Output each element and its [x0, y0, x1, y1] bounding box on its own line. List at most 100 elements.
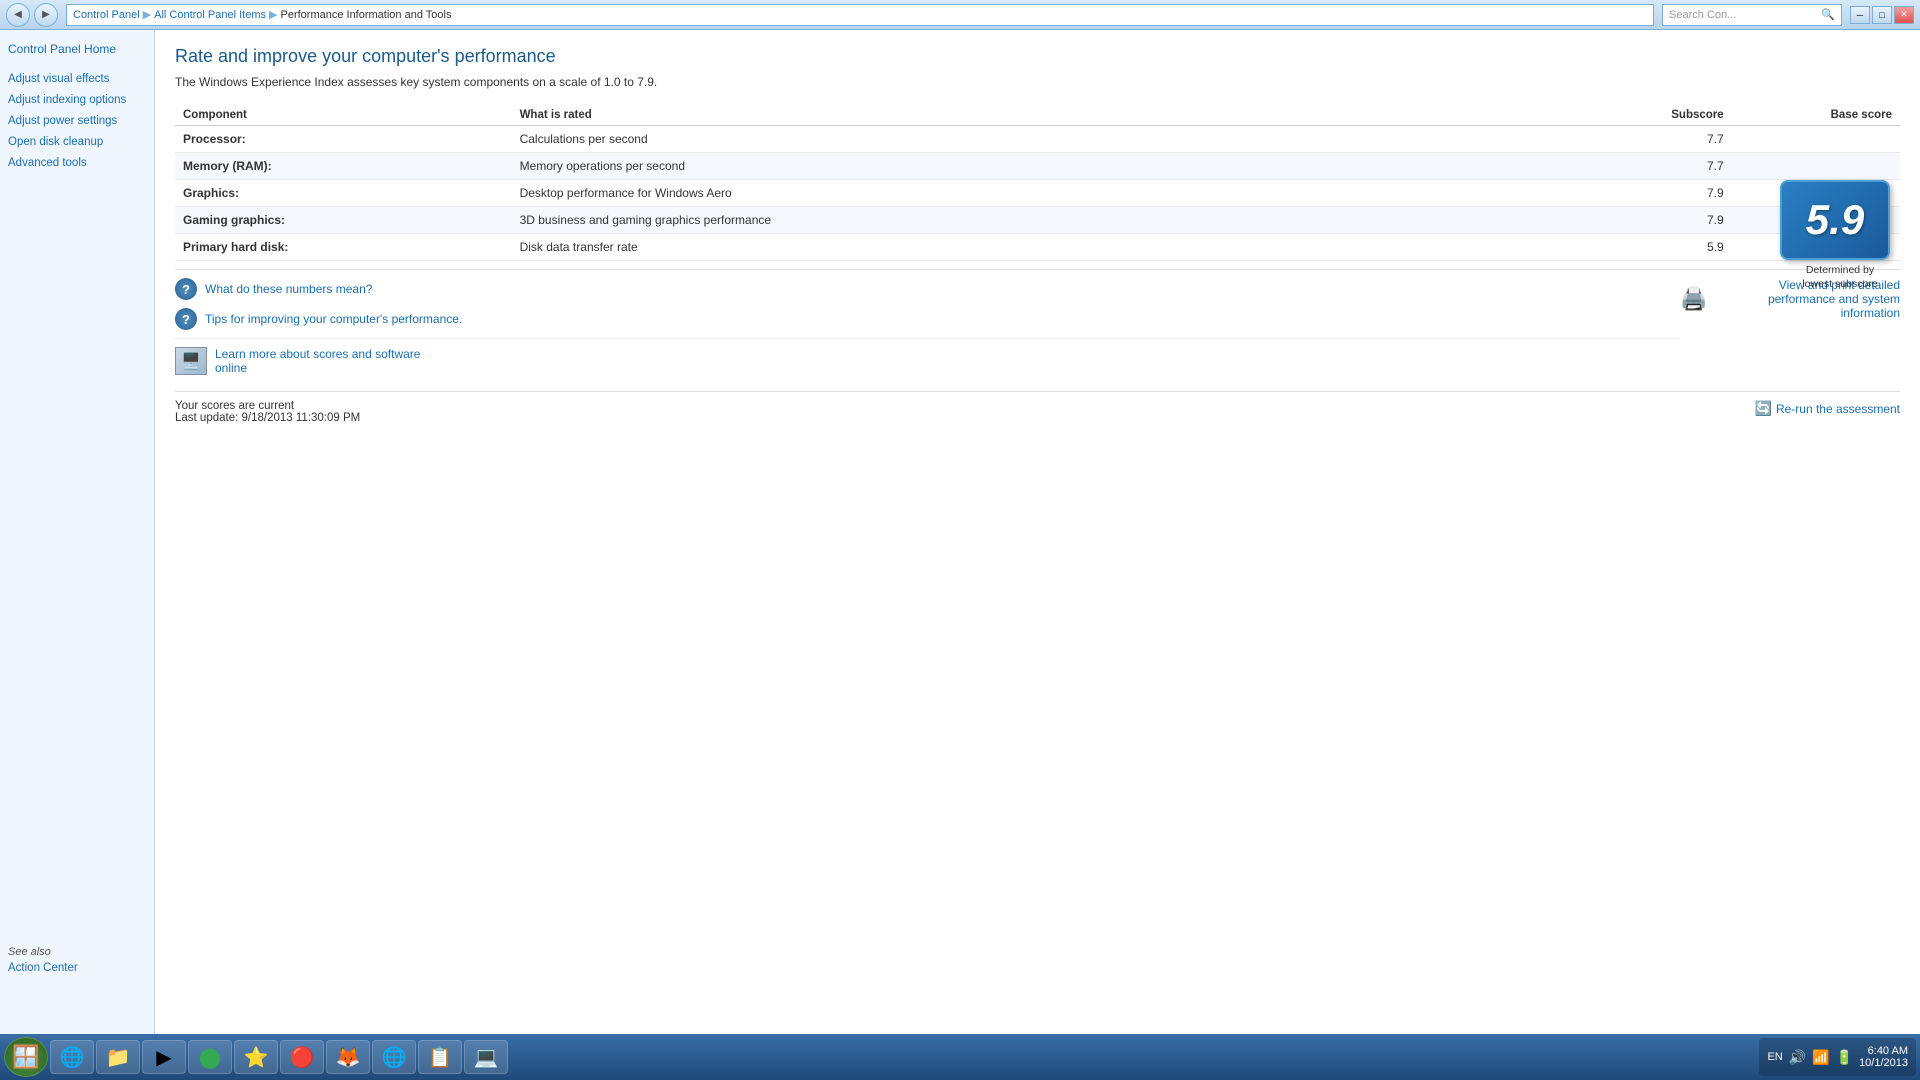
score-value: 5.9 [1806, 196, 1864, 244]
tray-battery-icon[interactable]: 🔋 [1836, 1049, 1853, 1066]
component-cell: Gaming graphics: [175, 207, 512, 234]
basescore-cell [1732, 153, 1900, 180]
info-link-text: Learn more about scores and software onl… [215, 347, 420, 375]
what-cell: Memory operations per second [512, 153, 1564, 180]
performance-table: Component What is rated Subscore Base sc… [175, 105, 1900, 261]
subscore-cell: 7.9 [1563, 180, 1731, 207]
back-button[interactable]: ◀ [6, 3, 30, 27]
address-all-items[interactable]: All Control Panel Items [154, 9, 266, 21]
tray-clock[interactable]: 6:40 AM 10/1/2013 [1859, 1045, 1908, 1069]
ie-icon: 🌐 [60, 1045, 85, 1070]
col-subscore: Subscore [1563, 105, 1731, 126]
subscore-cell: 5.9 [1563, 234, 1731, 261]
learn-more-online-link[interactable]: online [215, 361, 247, 375]
rerun-label[interactable]: Re-run the assessment [1776, 402, 1900, 416]
close-button[interactable]: ✕ [1894, 6, 1914, 24]
app1-icon: ⭐ [244, 1045, 269, 1070]
system-tray: EN 🔊 📶 🔋 6:40 AM 10/1/2013 [1759, 1038, 1916, 1076]
address-bar[interactable]: Control Panel ▶ All Control Panel Items … [66, 4, 1654, 26]
sidebar: Control Panel Home Adjust visual effects… [0, 30, 155, 1034]
tips-link[interactable]: Tips for improving your computer's perfo… [205, 312, 462, 326]
start-icon: 🪟 [12, 1044, 39, 1070]
search-placeholder: Search Con... [1669, 9, 1736, 21]
address-sep1: ▶ [143, 8, 151, 21]
forward-button[interactable]: ▶ [34, 3, 58, 27]
window-controls: ─ □ ✕ [1850, 6, 1914, 24]
rerun-link[interactable]: 🔄 Re-run the assessment [1755, 400, 1901, 417]
subscore-cell: 7.7 [1563, 153, 1731, 180]
address-control-panel[interactable]: Control Panel [73, 9, 140, 21]
links-section: ? What do these numbers mean? ? Tips for… [175, 269, 1900, 383]
help-icon-2: ? [175, 308, 197, 330]
col-basescore: Base score [1732, 105, 1900, 126]
subscore-cell: 7.7 [1563, 126, 1731, 153]
taskbar-app4[interactable]: 💻 [464, 1040, 508, 1074]
info-icon: 🖥️ [175, 347, 207, 375]
info-link-row: 🖥️ Learn more about scores and software … [175, 338, 1680, 375]
component-cell: Primary hard disk: [175, 234, 512, 261]
taskbar-chrome[interactable]: ⬤ [188, 1040, 232, 1074]
chrome-icon: ⬤ [199, 1045, 221, 1070]
basescore-cell [1732, 126, 1900, 153]
col-what: What is rated [512, 105, 1564, 126]
sidebar-item-home[interactable]: Control Panel Home [8, 42, 146, 56]
score-badge-label: Determined by lowest subscore [1780, 264, 1900, 291]
sidebar-item-adjust-power[interactable]: Adjust power settings [8, 114, 146, 129]
table-row: Primary hard disk:Disk data transfer rat… [175, 234, 1900, 261]
taskbar-app3[interactable]: 📋 [418, 1040, 462, 1074]
sidebar-item-open-disk[interactable]: Open disk cleanup [8, 135, 146, 150]
score-badge: 5.9 [1780, 180, 1890, 260]
component-cell: Memory (RAM): [175, 153, 512, 180]
taskbar-ie2[interactable]: 🌐 [372, 1040, 416, 1074]
tray-date: 10/1/2013 [1859, 1057, 1908, 1069]
help-icon-1: ? [175, 278, 197, 300]
table-row: Gaming graphics:3D business and gaming g… [175, 207, 1900, 234]
action-center-link[interactable]: Action Center [8, 962, 148, 974]
what-cell: Disk data transfer rate [512, 234, 1564, 261]
left-links: ? What do these numbers mean? ? Tips for… [175, 278, 1680, 383]
numbers-link[interactable]: What do these numbers mean? [205, 282, 372, 296]
last-update-text: Last update: 9/18/2013 11:30:09 PM [175, 412, 360, 424]
tray-time: 6:40 AM [1859, 1045, 1908, 1057]
taskbar-app1[interactable]: ⭐ [234, 1040, 278, 1074]
address-sep2: ▶ [269, 8, 277, 21]
tray-lang: EN [1767, 1051, 1782, 1063]
address-current: Performance Information and Tools [280, 9, 451, 21]
sidebar-item-adjust-visual[interactable]: Adjust visual effects [8, 72, 146, 87]
sidebar-item-adjust-indexing[interactable]: Adjust indexing options [8, 93, 146, 108]
tips-help-row: ? Tips for improving your computer's per… [175, 308, 1680, 330]
numbers-help-row: ? What do these numbers mean? [175, 278, 1680, 300]
app4-icon: 💻 [474, 1045, 499, 1070]
sidebar-item-advanced-tools[interactable]: Advanced tools [8, 156, 146, 171]
what-cell: 3D business and gaming graphics performa… [512, 207, 1564, 234]
col-component: Component [175, 105, 512, 126]
tray-speaker-icon[interactable]: 🔊 [1789, 1049, 1806, 1066]
app3-icon: 📋 [428, 1045, 453, 1070]
search-icon[interactable]: 🔍 [1821, 8, 1835, 21]
start-button[interactable]: 🪟 [4, 1037, 48, 1077]
content-footer: Your scores are current Last update: 9/1… [175, 391, 1900, 424]
what-cell: Calculations per second [512, 126, 1564, 153]
scores-current-text: Your scores are current [175, 400, 360, 412]
maximize-button[interactable]: □ [1872, 6, 1892, 24]
taskbar-explorer[interactable]: 📁 [96, 1040, 140, 1074]
explorer-icon: 📁 [106, 1045, 131, 1070]
taskbar: 🪟 🌐 📁 ▶ ⬤ ⭐ 🔴 🦊 🌐 📋 💻 EN 🔊 📶 🔋 6:40 AM 1… [0, 1034, 1920, 1080]
title-bar: ◀ ▶ Control Panel ▶ All Control Panel It… [0, 0, 1920, 30]
minimize-button[interactable]: ─ [1850, 6, 1870, 24]
printer-icon: 🖨️ [1680, 286, 1707, 312]
taskbar-app2[interactable]: 🔴 [280, 1040, 324, 1074]
table-row: Memory (RAM):Memory operations per secon… [175, 153, 1900, 180]
tray-network-icon[interactable]: 📶 [1812, 1049, 1829, 1066]
taskbar-firefox[interactable]: 🦊 [326, 1040, 370, 1074]
sidebar-see-also: See also Action Center [8, 934, 148, 974]
what-cell: Desktop performance for Windows Aero [512, 180, 1564, 207]
subtitle: The Windows Experience Index assesses ke… [175, 75, 1900, 89]
taskbar-media[interactable]: ▶ [142, 1040, 186, 1074]
taskbar-ie[interactable]: 🌐 [50, 1040, 94, 1074]
rerun-icon: 🔄 [1755, 400, 1772, 417]
search-box[interactable]: Search Con... 🔍 [1662, 4, 1842, 26]
firefox-icon: 🦊 [336, 1045, 361, 1070]
learn-more-link[interactable]: Learn more about scores and software [215, 347, 420, 361]
links-row: ? What do these numbers mean? ? Tips for… [175, 278, 1900, 383]
